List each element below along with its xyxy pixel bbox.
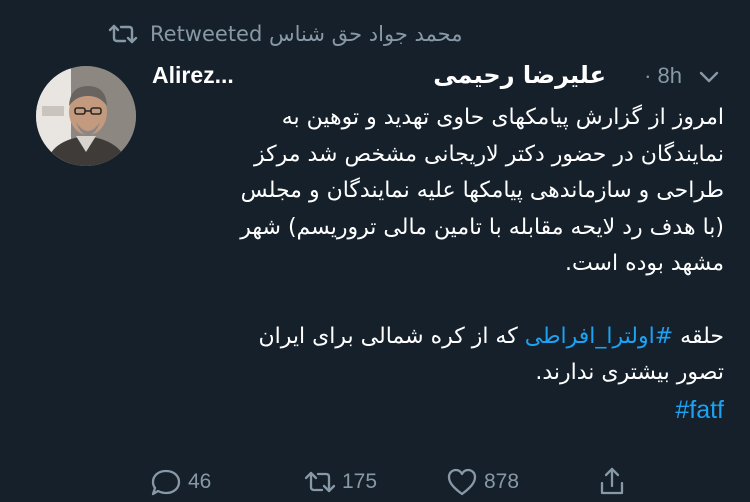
tweet-text-segment: که از کره شمالی برای ایران: [258, 323, 525, 349]
tweet-line: (با هدف رد لایحه مقابله با تامین مالی تر…: [240, 214, 724, 240]
retweet-banner[interactable]: محمد جواد حق شناس Retweeted: [108, 22, 462, 46]
share-icon: [600, 467, 624, 495]
retweet-button[interactable]: 175: [304, 466, 377, 498]
tweet-line: نمایندگان در حضور دکتر لاریجانی مشخص شد …: [253, 141, 724, 167]
tweet-text-segment: حلقه: [673, 323, 724, 349]
hashtag-link[interactable]: #اولترا_افراطی: [525, 324, 674, 349]
retweet-icon: [304, 471, 336, 493]
avatar[interactable]: [36, 66, 136, 166]
tweet-timestamp[interactable]: · 8h: [644, 63, 682, 89]
tweet-line: مشهد بوده است.: [564, 251, 724, 276]
tweet-line-with-hashtag: حلقه #اولترا_افراطی که از کره شمالی برای…: [150, 319, 724, 356]
author-name-farsi[interactable]: علیرضا رحیمی: [433, 61, 606, 89]
author-display-name[interactable]: Alirez...: [152, 62, 234, 89]
heart-icon: [447, 468, 477, 496]
retweet-icon: [108, 24, 138, 44]
retweet-count: 175: [342, 470, 378, 493]
hashtag-fatf-link[interactable]: #fatf: [675, 396, 724, 424]
tweet-body: امروز از گزارش پیامکهای حاوی تهدید و توه…: [150, 100, 724, 430]
share-button[interactable]: [596, 466, 628, 498]
like-count: 878: [484, 470, 520, 493]
tweet-actions: 46 175 878: [150, 466, 640, 502]
like-button[interactable]: 878: [446, 466, 519, 498]
reply-button[interactable]: 46: [150, 466, 211, 498]
avatar-photo: [36, 66, 136, 166]
chevron-down-icon[interactable]: [698, 70, 720, 84]
retweeted-by-text[interactable]: محمد جواد حق شناس Retweeted: [150, 22, 462, 46]
tweet-header: Alirez... علیرضا رحیمی · 8h: [152, 61, 722, 98]
tweet-line: امروز از گزارش پیامکهای حاوی تهدید و توه…: [281, 105, 724, 130]
tweet-line: طراحی و سازماندهی پیامکها علیه نمایندگان…: [240, 178, 724, 203]
reply-icon: [151, 469, 181, 496]
reply-count: 46: [188, 470, 212, 493]
tweet-line: تصور بیشتری ندارند.: [535, 360, 724, 385]
